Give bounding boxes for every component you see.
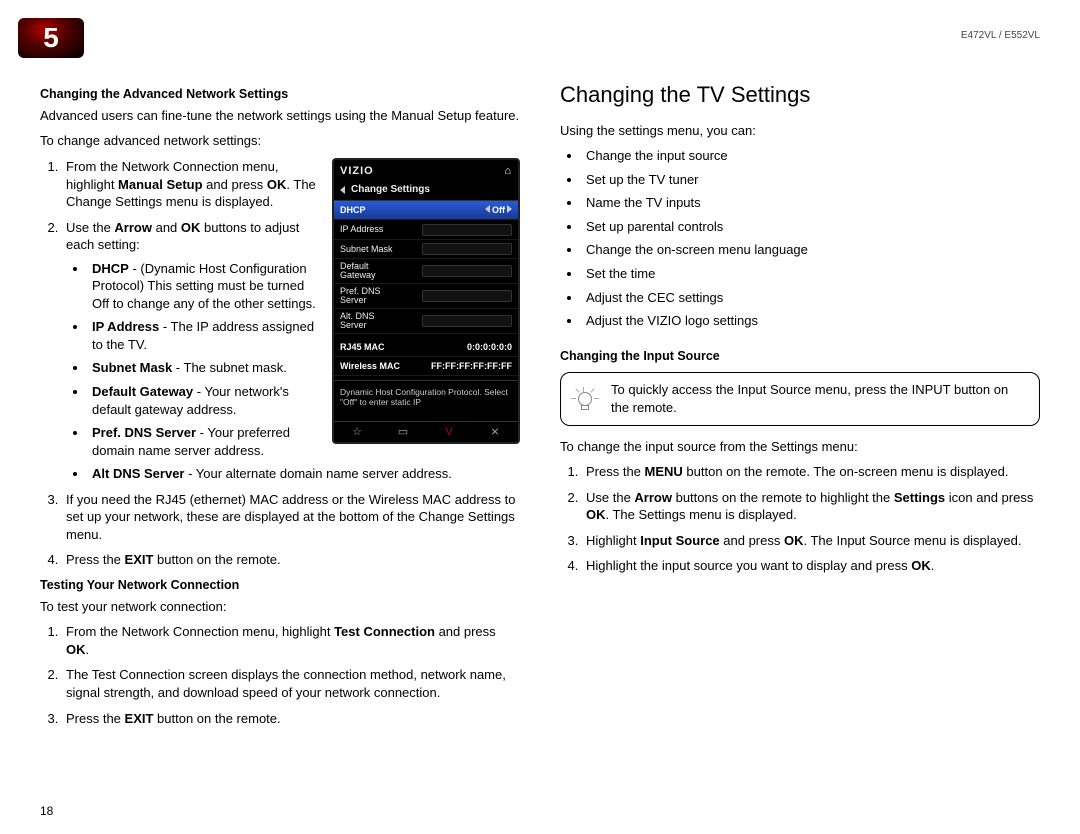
bullet-adns: Alt DNS Server - Your alternate domain n… [88,465,520,483]
page-content: Changing the Advanced Network Settings A… [40,80,1040,804]
lightbulb-icon [571,385,599,413]
list-item: Adjust the CEC settings [582,289,1040,307]
heading-input-source: Changing the Input Source [560,348,1040,365]
chapter-number: 5 [43,22,59,54]
tv-help-text: Dynamic Host Configuration Protocol. Sel… [334,380,518,422]
list-item: Set the time [582,265,1040,283]
advanced-intro: Advanced users can fine-tune the network… [40,107,520,125]
tv-row-gateway: Default Gateway [334,259,518,284]
home-icon: ⌂ [504,164,512,179]
model-label: E472VL / E552VL [961,30,1040,41]
left-column: Changing the Advanced Network Settings A… [40,80,520,804]
input-step-3: Highlight Input Source and press OK. The… [582,532,1040,550]
tip-box: To quickly access the Input Source menu,… [560,372,1040,425]
testing-step-3: Press the EXIT button on the remote. [62,710,520,728]
right-column: Changing the TV Settings Using the setti… [560,80,1040,804]
input-steps: Press the MENU button on the remote. The… [560,463,1040,575]
tv-bottom-nav: ☆ ▭ V ⨯ [334,422,518,442]
tv-row-subnet: Subnet Mask [334,240,518,259]
tv-row-wmac: Wireless MAC FF:FF:FF:FF:FF:FF [334,357,518,376]
tv-value-dhcp: Off [485,204,512,216]
advanced-lead: To change advanced network settings: [40,132,520,150]
advanced-step-3: If you need the RJ45 (ethernet) MAC addr… [62,491,520,544]
tv-label-dhcp: DHCP [340,204,366,216]
tv-row-pdns: Pref. DNS Server [334,284,518,309]
input-lead: To change the input source from the Sett… [560,438,1040,456]
testing-step-2: The Test Connection screen displays the … [62,666,520,701]
tv-title-row: Change Settings [334,181,518,202]
heading-advanced-network: Changing the Advanced Network Settings [40,86,520,103]
page-number: 18 [40,804,53,818]
tv-row-dhcp: DHCP Off [334,201,518,220]
input-step-4: Highlight the input source you want to d… [582,557,1040,575]
tv-brand: VIZIO [340,164,374,179]
list-item: Name the TV inputs [582,194,1040,212]
list-item: Change the on-screen menu language [582,241,1040,259]
heading-tv-settings: Changing the TV Settings [560,80,1040,110]
nav-rect-icon: ▭ [395,426,411,438]
tv-title: Change Settings [351,183,430,197]
testing-lead: To test your network connection: [40,598,520,616]
tv-row-rj45: RJ45 MAC 0:0:0:0:0:0 [334,338,518,357]
heading-testing: Testing Your Network Connection [40,577,520,594]
nav-v-icon: V [441,426,457,438]
tv-header: VIZIO ⌂ [334,160,518,181]
nav-star-icon: ☆ [349,426,365,438]
tip-text: To quickly access the Input Source menu,… [611,381,1029,416]
tv-settings-bullets: Change the input source Set up the TV tu… [560,147,1040,329]
testing-steps: From the Network Connection menu, highli… [40,623,520,727]
tv-settings-intro: Using the settings menu, you can: [560,122,1040,140]
input-step-2: Use the Arrow buttons on the remote to h… [582,489,1040,524]
input-step-1: Press the MENU button on the remote. The… [582,463,1040,481]
list-item: Change the input source [582,147,1040,165]
list-item: Adjust the VIZIO logo settings [582,312,1040,330]
list-item: Set up the TV tuner [582,171,1040,189]
tv-screenshot: VIZIO ⌂ Change Settings DHCP Off IP Addr… [332,158,520,444]
nav-cross-icon: ⨯ [487,426,503,438]
chapter-badge: 5 [18,18,84,58]
testing-step-1: From the Network Connection menu, highli… [62,623,520,658]
tv-row-ip: IP Address [334,220,518,239]
back-icon [340,186,345,194]
advanced-step-4: Press the EXIT button on the remote. [62,551,520,569]
tv-row-adns: Alt. DNS Server [334,309,518,334]
list-item: Set up parental controls [582,218,1040,236]
